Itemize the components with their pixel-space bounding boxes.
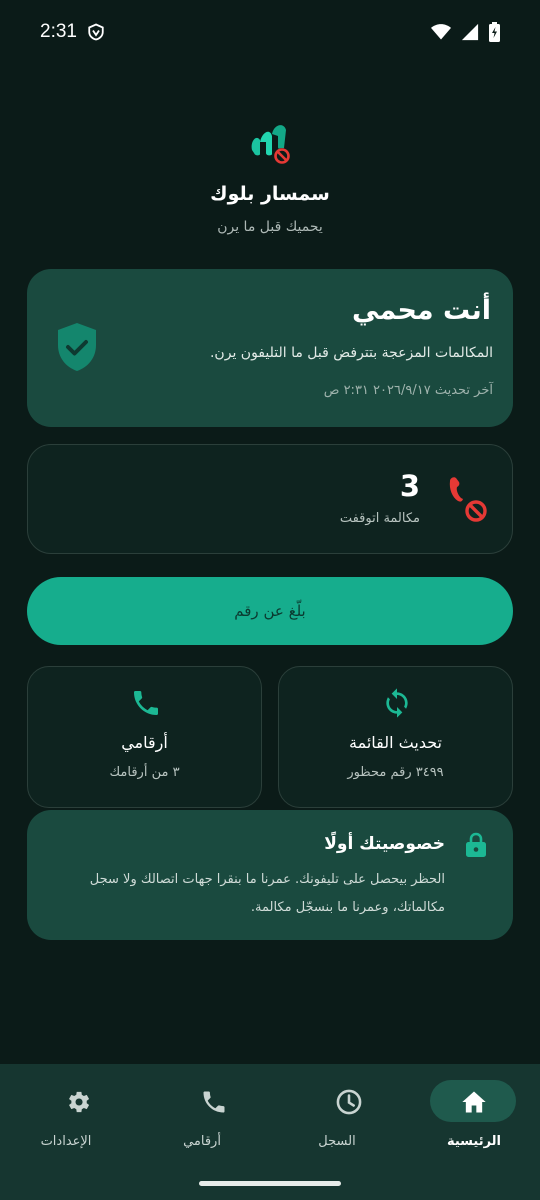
my-numbers-title: أرقامي <box>121 733 168 752</box>
nav-my-numbers-pill <box>164 1080 240 1122</box>
update-list-subtitle: ٣٤٩٩ رقم محظور <box>347 765 444 780</box>
nav-home-label: الرئيسية <box>446 1134 502 1149</box>
my-numbers-card[interactable]: أرقامي ٣ من أرقامك <box>27 666 262 808</box>
privacy-body: الحظر بيحصل على تليفونك. عمرنا ما بنقرا … <box>89 872 445 915</box>
nav-call-log-label: السجل <box>318 1134 356 1149</box>
phone-icon <box>134 691 158 715</box>
sync-icon <box>386 688 408 718</box>
blocked-call-icon <box>449 477 487 522</box>
shield-check-icon <box>58 323 96 371</box>
nav-my-numbers[interactable]: أرقامي <box>152 1080 252 1160</box>
nav-call-log-pill <box>299 1080 375 1122</box>
status-right <box>431 22 500 42</box>
nav-my-numbers-label: أرقامي <box>183 1134 221 1149</box>
gear-icon <box>69 1091 90 1113</box>
protection-status-card: أنت محمي المكالمات المزعجة بتترفض قبل ما… <box>27 269 513 427</box>
blocked-label: مكالمة اتوقفت <box>339 511 420 526</box>
wifi-icon <box>431 24 451 40</box>
nav-settings-label: الإعدادات <box>40 1134 92 1149</box>
home-icon <box>462 1091 486 1113</box>
nav-call-log[interactable]: السجل <box>287 1080 387 1160</box>
last-updated-text: آخر تحديث ٢٠٢٦/٩/١٧ ٢:٣١ ص <box>323 383 493 398</box>
clock-icon <box>336 1089 362 1115</box>
blocked-count: 3 <box>399 469 420 503</box>
privacy-card: خصوصيتك أولًا الحظر بيحصل على تليفونك. ع… <box>27 810 513 940</box>
battery-charging-icon <box>489 22 500 42</box>
blocked-stats-card: 3 مكالمة اتوقفت <box>27 444 513 554</box>
cell-signal-icon <box>461 23 479 41</box>
nav-home[interactable]: الرئيسية <box>424 1080 524 1160</box>
vpn-shield-icon <box>88 23 104 41</box>
update-list-card[interactable]: تحديث القائمة ٣٤٩٩ رقم محظور <box>278 666 513 808</box>
update-list-title: تحديث القائمة <box>349 733 442 752</box>
home-indicator[interactable] <box>199 1181 341 1186</box>
status-time: 2:31 <box>40 21 77 42</box>
privacy-title: خصوصيتك أولًا <box>324 834 445 854</box>
nav-home-pill <box>430 1080 516 1122</box>
nav-settings-pill <box>28 1080 104 1122</box>
app-name: سمسار بلوك <box>210 183 330 205</box>
app-logo-icon <box>251 125 290 164</box>
bottom-navigation: الإعدادات أرقامي السجل الرئيسية <box>0 1064 540 1200</box>
status-left: 2:31 <box>40 21 105 43</box>
protection-description: المكالمات المزعجة بتترفض قبل ما التليفون… <box>209 345 493 361</box>
app-tagline: يحميك قبل ما يرن <box>217 219 323 235</box>
lock-icon <box>466 832 486 857</box>
my-numbers-subtitle: ٣ من أرقامك <box>109 765 180 780</box>
phone-icon <box>203 1091 225 1113</box>
nav-settings[interactable]: الإعدادات <box>16 1080 116 1160</box>
protection-title: أنت محمي <box>352 295 491 326</box>
status-bar: 2:31 <box>0 0 540 64</box>
report-number-button[interactable]: بلّغ عن رقم <box>27 577 513 645</box>
